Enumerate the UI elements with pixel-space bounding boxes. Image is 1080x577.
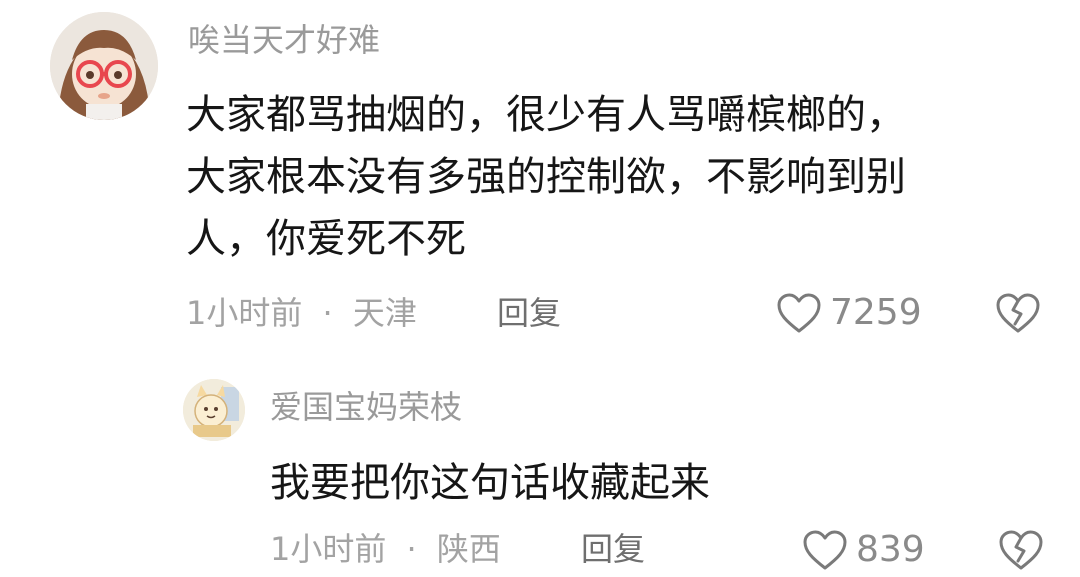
heart-outline-icon	[776, 292, 822, 334]
reply-content: 我要把你这句话收藏起来	[270, 460, 710, 506]
avatar-image	[50, 12, 158, 120]
reply-location: 陕西	[436, 530, 501, 568]
dislike-button[interactable]	[995, 292, 1041, 334]
comment-time: 1小时前	[186, 294, 303, 332]
reply-reply-button[interactable]: 回复	[581, 533, 645, 565]
comment-location: 天津	[352, 294, 417, 332]
reply-avatar[interactable]	[183, 379, 245, 441]
reply-username[interactable]: 爱国宝妈荣枝	[270, 391, 462, 423]
avatar[interactable]	[50, 12, 158, 120]
reply-avatar-image	[183, 379, 245, 441]
meta-separator: ·	[406, 530, 417, 568]
heart-outline-icon	[802, 529, 848, 571]
broken-heart-icon	[998, 529, 1044, 571]
reply-like-count: 839	[856, 529, 925, 570]
reply-like-button[interactable]: 839	[802, 529, 925, 571]
broken-heart-icon	[995, 292, 1041, 334]
like-button[interactable]: 7259	[776, 292, 922, 334]
like-count: 7259	[830, 292, 922, 333]
comment-username[interactable]: 唉当天才好难	[188, 24, 380, 56]
reply-dislike-button[interactable]	[998, 529, 1044, 571]
reply-time: 1小时前	[270, 530, 387, 568]
comment-content: 大家都骂抽烟的，很少有人骂嚼槟榔的， 大家根本没有多强的控制欲，不影响到别 人，…	[186, 92, 906, 262]
reply-button[interactable]: 回复	[497, 297, 561, 329]
reply-meta: 1小时前 · 陕西	[270, 533, 501, 565]
meta-separator: ·	[322, 294, 333, 332]
comment-meta: 1小时前 · 天津	[186, 297, 417, 329]
